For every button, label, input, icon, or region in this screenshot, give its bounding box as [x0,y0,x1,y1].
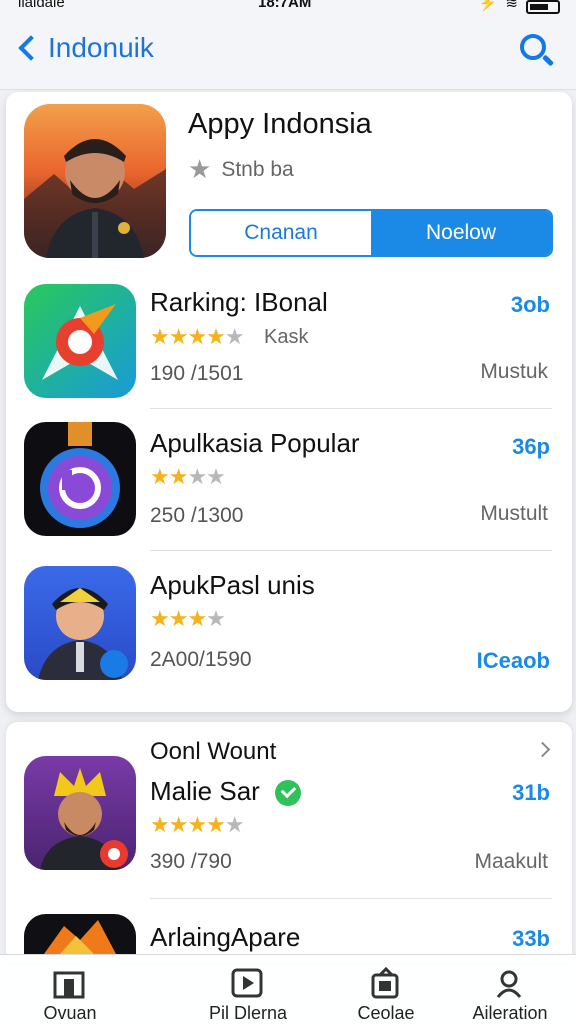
app-subtext: Kask [264,326,309,348]
star-rating: ★★★★ [150,606,226,631]
verified-icon [275,780,302,807]
get-button[interactable]: 33b [512,926,550,952]
featured-rating-text: Stnb ba [221,157,294,181]
featured-rating: ★ Stnb ba [188,154,294,185]
app-title: Apulkasia Popular [150,428,360,458]
divider [150,898,552,899]
tab-profile[interactable]: Aileration [450,955,570,1024]
get-button[interactable]: ICeaob [477,648,550,674]
store-icon [371,967,399,999]
tab-play[interactable]: Pil Dlerna [188,955,308,1024]
app-category: Maakult [474,850,548,873]
rating-count: 390 /790 [150,850,232,873]
app-category: Mustult [480,502,548,525]
play-icon [231,968,263,998]
app-icon[interactable] [24,284,136,398]
app-title: ArlaingApare [150,922,301,952]
get-button[interactable]: 36p [512,434,550,460]
signal-icon: ⚡ [478,0,498,12]
segment-right[interactable]: Noelow [371,211,551,255]
nav-bar: Indonuik [0,14,576,90]
home-icon [53,971,85,999]
segment-left[interactable]: Cnanan [191,211,371,255]
star-rating: ★★★★★ [150,324,245,349]
rating-count: 190 /1501 [150,362,244,385]
status-bar: llaldale 18:7AM ⚡ ≋ [0,0,576,14]
get-button[interactable]: 3ob [511,292,550,318]
divider [150,550,552,551]
featured-app-title: Appy Indonsia [188,108,372,140]
tab-home[interactable]: Ovuan [10,955,130,1024]
segmented-control: Cnanan Noelow [189,209,553,257]
rating-count: 2A00/1590 [150,648,252,671]
app-title-text: Malie Sar [150,776,260,806]
app-icon[interactable] [24,422,136,536]
search-button[interactable] [518,32,555,68]
app-icon[interactable] [24,914,136,954]
divider [150,408,552,409]
app-category: Mustuk [480,360,548,383]
back-button[interactable]: Indonuik [16,32,154,64]
star-rating: ★★★★★ [150,812,245,837]
star-rating: ★★★★ [150,464,226,489]
get-button[interactable]: 31b [512,780,550,806]
tab-bar: Ovuan Pil Dlerna Ceolae Aileration [0,954,576,1024]
tab-label: Pil Dlerna [208,1003,288,1023]
status-icons: ⚡ ≋ [478,0,560,14]
chevron-left-icon [18,35,44,61]
app-title: Rarking: IBonal [150,287,328,317]
tab-label: Ceolae [357,1003,415,1023]
star-icon: ★ [188,154,212,184]
app-title: ApukPasl unis [150,570,315,600]
clock: 18:7AM [258,0,312,11]
featured-app-icon[interactable] [24,104,166,258]
app-title: Malie Sar [150,776,302,807]
nav-title: Indonuik [48,32,154,63]
tab-store[interactable]: Ceolae [326,955,446,1024]
tab-label: Ovuan [43,1003,97,1023]
app-icon[interactable] [24,566,136,680]
battery-icon [526,0,560,14]
app-icon[interactable] [24,756,136,870]
person-icon [496,970,522,998]
section-title: Oonl Wount [150,738,277,765]
carrier-label: llaldale [18,0,65,11]
wifi-icon: ≋ [505,0,518,12]
rating-count: 250 /1300 [150,504,244,527]
tab-label: Aileration [472,1003,548,1023]
